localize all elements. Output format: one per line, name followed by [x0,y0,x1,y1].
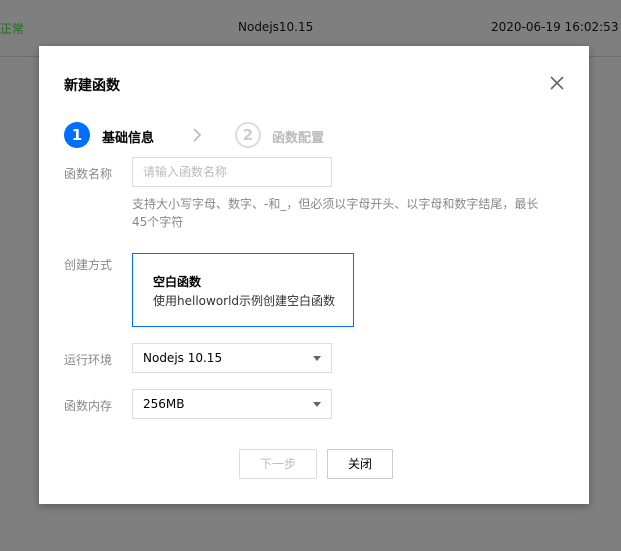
blank-function-title: 空白函数 [153,275,202,289]
chevron-right-icon [191,126,203,144]
memory-select[interactable]: 256MB [132,389,332,419]
dialog-title: 新建函数 [64,78,120,94]
blank-function-option[interactable]: 空白函数 使用helloworld示例创建空白函数 [132,253,354,327]
caret-down-icon [313,402,321,407]
create-method-label: 创建方式 [64,258,113,272]
next-step-button[interactable]: 下一步 [239,449,317,479]
function-name-input[interactable] [132,157,332,187]
memory-value: 256MB [143,397,185,411]
background-runtime: Nodejs10.15 [238,20,314,34]
create-function-dialog: 新建函数 1 基础信息 2 函数配置 函数名称 支持大小写字母、数字、-和_，但… [39,46,589,504]
background-status: 正常 [0,22,25,36]
blank-function-description: 使用helloworld示例创建空白函数 [153,294,336,308]
step-2-circle: 2 [235,122,261,148]
step-1-circle: 1 [64,122,90,148]
function-name-hint: 支持大小写字母、数字、-和_，但必须以字母开头、以字母和数字结尾，最长45个字符 [132,197,539,229]
runtime-label: 运行环境 [64,353,113,367]
function-name-label: 函数名称 [64,167,113,181]
caret-down-icon [313,356,321,361]
memory-label: 函数内存 [64,399,113,413]
background-time: 2020-06-19 16:02:53 [491,20,619,34]
runtime-value: Nodejs 10.15 [143,351,223,365]
close-button[interactable]: 关闭 [327,449,393,479]
close-icon[interactable] [549,75,565,91]
runtime-select[interactable]: Nodejs 10.15 [132,343,332,373]
step-2-label: 函数配置 [272,131,325,146]
step-1-label: 基础信息 [102,131,155,146]
